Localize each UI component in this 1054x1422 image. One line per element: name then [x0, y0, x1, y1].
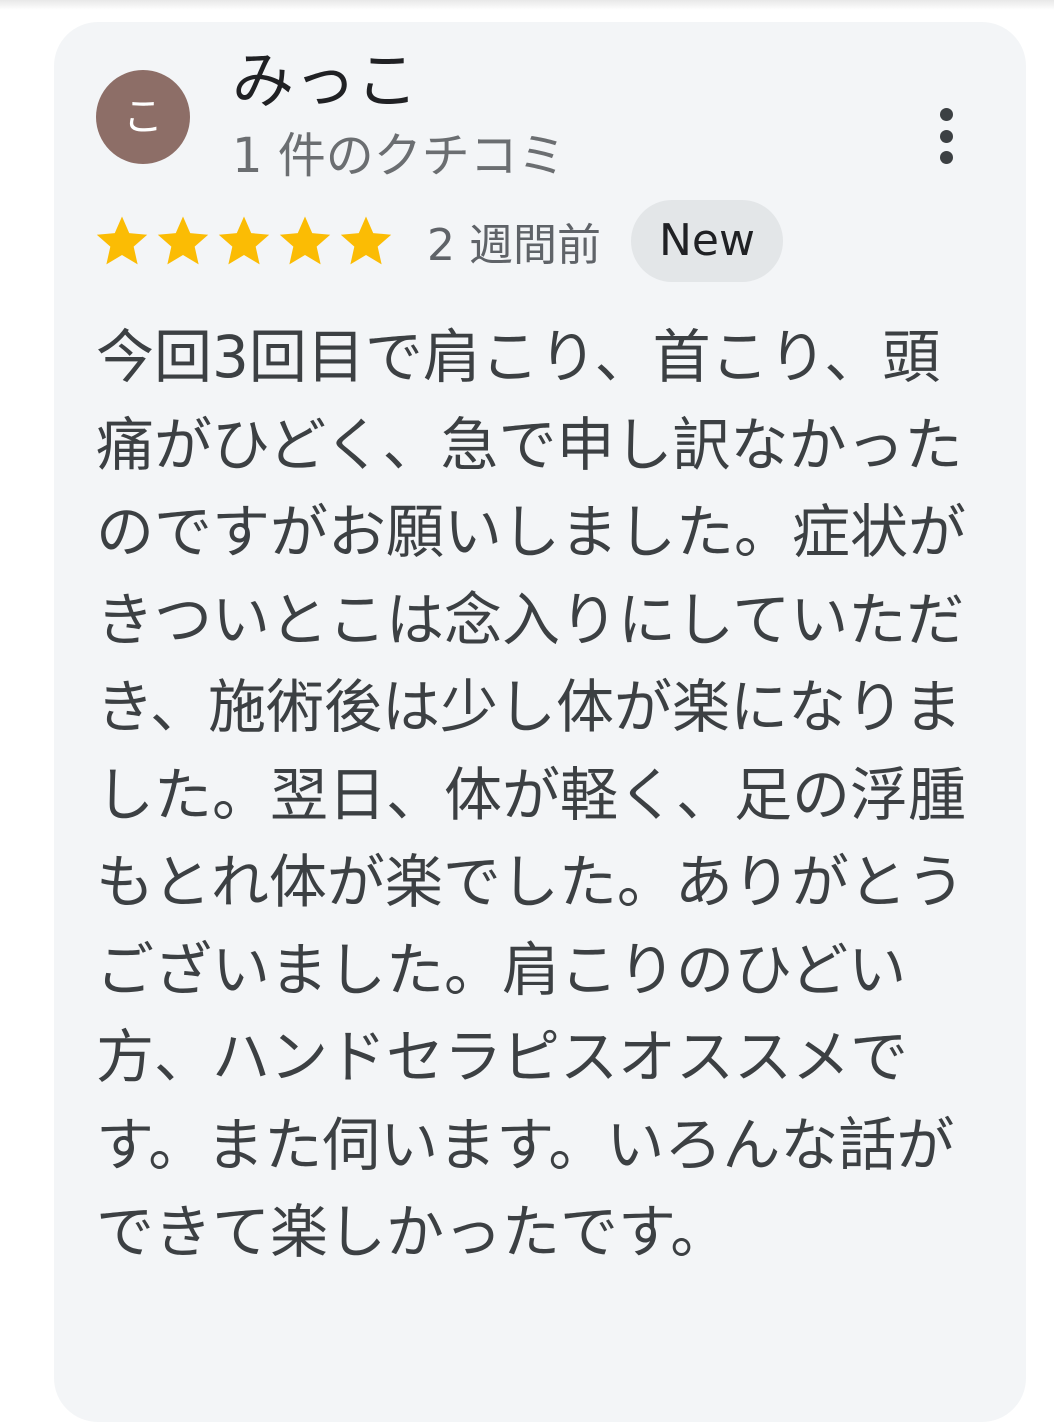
author-name[interactable]: みっこ — [232, 44, 418, 118]
star-icon — [277, 213, 333, 269]
rating-row: 2 週間前 New — [94, 198, 783, 284]
review-text: 今回3回目で肩こり、首こり、頭痛がひどく、急で申し訳なかったのですがお願いしまし… — [96, 323, 967, 1266]
author-review-count: 1 件のクチコミ — [232, 128, 566, 184]
star-icon — [338, 213, 394, 269]
more-options-button[interactable] — [918, 104, 974, 168]
avatar-initial: こ — [123, 94, 163, 140]
top-edge-shadow — [0, 0, 1054, 10]
more-vert-icon-dot — [939, 129, 953, 143]
new-badge: New — [630, 200, 783, 282]
more-vert-icon — [939, 108, 953, 121]
avatar[interactable]: こ — [96, 70, 190, 164]
review-card: こ みっこ 1 件のクチコミ 2 週間前 New 今回3回目で肩こり、首こり、頭… — [54, 22, 1026, 1422]
star-icon — [155, 213, 211, 269]
more-vert-icon-dot — [939, 151, 953, 164]
star-icon — [216, 213, 272, 269]
star-icon — [94, 213, 150, 269]
star-rating — [94, 213, 399, 269]
review-time: 2 週間前 — [427, 220, 601, 271]
